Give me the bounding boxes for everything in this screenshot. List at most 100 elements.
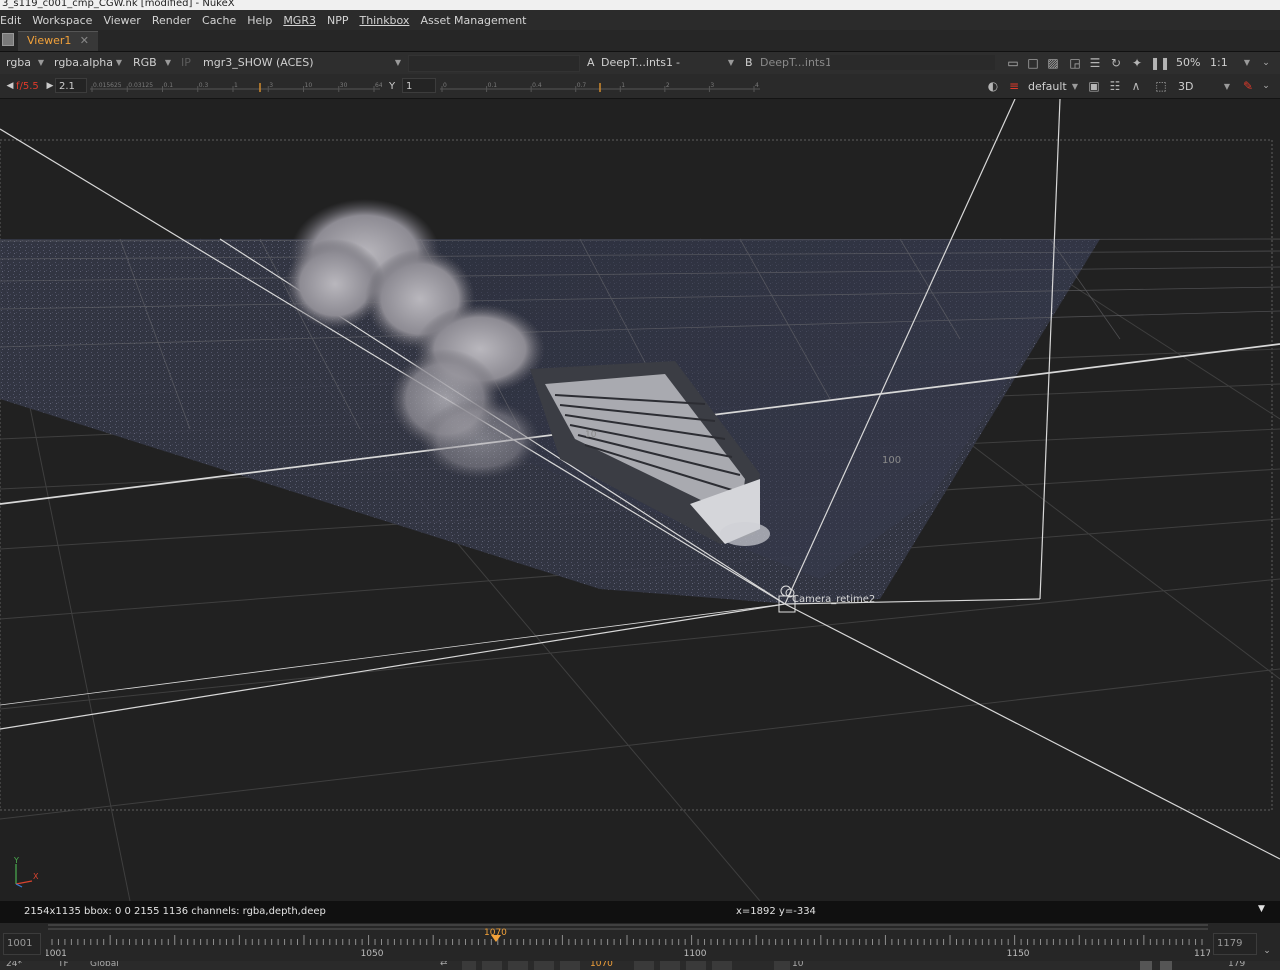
chevron-down-icon: ▼ — [115, 58, 122, 67]
soft-selection-icon[interactable]: ≡ — [1006, 78, 1022, 94]
ratio-value: 1:1 — [1210, 56, 1228, 69]
timeline-expand-icon[interactable]: ⌄ — [1259, 943, 1275, 959]
channels-value: rgba — [6, 56, 32, 69]
camera-icon[interactable]: ▣ — [1086, 78, 1102, 94]
range-dropdown[interactable]: Global — [90, 961, 119, 969]
prev-increment-button[interactable] — [508, 961, 528, 970]
wipe-operation-dropdown[interactable]: - ▼ — [676, 54, 736, 71]
loop-mode-icon[interactable] — [1140, 961, 1152, 970]
menu-help[interactable]: Help — [247, 14, 272, 27]
curve-icon[interactable]: ∧ — [1128, 78, 1144, 94]
overscan-icon[interactable]: □ — [1025, 55, 1041, 71]
view-preset-dropdown[interactable]: default ▼ — [1028, 78, 1080, 95]
lighting-icon[interactable]: ☷ — [1107, 78, 1123, 94]
grid-label-10: 10 — [585, 430, 597, 440]
menu-render[interactable]: Render — [152, 14, 191, 27]
tab-viewer1[interactable]: Viewer1 ✕ — [18, 31, 98, 51]
slider-tick-label: 0.7 — [577, 82, 587, 89]
next-increment-button[interactable] — [686, 961, 706, 970]
tab-viewer1-label: Viewer1 — [27, 34, 72, 47]
slider-tick-label: 30 — [340, 82, 348, 89]
transport-menu-icon[interactable]: ⇄ — [440, 961, 448, 968]
increment-down-button[interactable] — [774, 961, 790, 970]
alpha-channel-value: rgba.alpha — [54, 56, 114, 69]
menu-viewer[interactable]: Viewer — [103, 14, 140, 27]
viewer-3d-viewport[interactable]: Camera_retime2 10 100 Y X — [0, 99, 1280, 901]
menu-thinkbox[interactable]: Thinkbox — [359, 14, 409, 27]
checker-icon[interactable]: ▨ — [1045, 55, 1061, 71]
viewer-lut-dropdown[interactable]: mgr3_SHOW (ACES) ▼ — [203, 54, 403, 71]
fstop-value[interactable]: f/5.5 — [16, 78, 39, 95]
timeline-start-field[interactable]: 1001 — [3, 933, 41, 955]
pane-menu-icon[interactable] — [2, 33, 14, 46]
last-frame-button[interactable] — [712, 961, 732, 970]
grid-label-100: 100 — [882, 455, 901, 466]
slider-tick-label: 3 — [710, 82, 714, 89]
timeline-frame-label: 1050 — [361, 949, 384, 959]
chevron-down-icon: ▼ — [394, 58, 401, 67]
toolbar-expand-icon[interactable]: ⌄ — [1258, 78, 1274, 94]
input-a-dropdown[interactable]: DeepT...ints1 — [601, 54, 673, 71]
gain-slider[interactable]: 0.015625 0.03125 0.1 0.3 1 3 10 30 64 — [90, 80, 382, 94]
pin-icon[interactable]: ✎ — [1240, 78, 1256, 94]
fps-field[interactable]: 24* — [6, 961, 22, 969]
view-mode-value: 3D — [1178, 80, 1194, 93]
gamma-slider[interactable]: 0 0.1 0.4 0.7 1 2 3 4 — [440, 80, 762, 94]
menu-npp[interactable]: NPP — [327, 14, 349, 27]
slider-tick-label: 10 — [305, 82, 313, 89]
menu-mgr3[interactable]: MGR3 — [283, 14, 316, 27]
channels-dropdown[interactable]: rgba ▼ — [6, 54, 46, 71]
refresh-icon[interactable]: ↻ — [1108, 55, 1124, 71]
axis-gizmo: Y X — [13, 856, 39, 888]
gain-field[interactable]: 2.1 — [55, 78, 87, 93]
play-forward-button[interactable] — [660, 961, 680, 970]
roi-icon[interactable]: ▭ — [1005, 55, 1021, 71]
menu-edit[interactable]: Edit — [0, 14, 21, 27]
cursor-coords: x=1892 y=-334 — [736, 906, 816, 917]
gamma-field[interactable]: 1 — [402, 78, 436, 93]
clipping-warning-icon[interactable]: ◐ — [985, 78, 1001, 94]
menu-asset-management[interactable]: Asset Management — [420, 14, 526, 27]
pause-icon[interactable]: ❚❚ — [1150, 55, 1170, 71]
downrez-icon[interactable]: ☰ — [1087, 55, 1103, 71]
axis-x-label: X — [33, 872, 39, 881]
zoom-dropdown[interactable]: 50% — [1176, 54, 1206, 71]
timeline-frame-label: 1150 — [1007, 949, 1030, 959]
toolbar-expand-icon[interactable]: ⌄ — [1258, 55, 1274, 71]
gpu-icon[interactable]: ✦ — [1129, 55, 1145, 71]
wipe-operation-value: - — [676, 56, 680, 69]
view-mode-dropdown[interactable]: 3D ▼ — [1178, 78, 1232, 95]
prev-frame-button[interactable] — [560, 961, 580, 970]
current-frame-label: 1070 — [484, 928, 507, 938]
play-backward-button[interactable] — [534, 961, 554, 970]
menu-workspace[interactable]: Workspace — [32, 14, 92, 27]
proxy-icon[interactable]: ◲ — [1067, 55, 1083, 71]
current-frame-field[interactable]: 1070 — [590, 961, 613, 969]
display-channels-dropdown[interactable]: RGB ▼ — [133, 54, 173, 71]
input-process-toggle[interactable]: IP — [181, 54, 195, 71]
chevron-down-icon: ▼ — [164, 58, 171, 67]
tab-close-icon[interactable]: ✕ — [80, 32, 89, 50]
slider-tick-label: 0.4 — [532, 82, 542, 89]
ratio-dropdown[interactable]: 1:1 ▼ — [1210, 54, 1252, 71]
window-title: 3_s119_c001_cmp_CGW.nk [modified] - Nuke… — [0, 0, 1280, 10]
end-frame-field[interactable]: 179 — [1228, 961, 1245, 969]
prev-keyframe-button[interactable] — [482, 961, 502, 970]
first-frame-button[interactable] — [462, 961, 476, 970]
alpha-channel-dropdown[interactable]: rgba.alpha ▼ — [54, 54, 124, 71]
chevron-down-icon: ▼ — [37, 58, 44, 67]
menu-cache[interactable]: Cache — [202, 14, 236, 27]
slider-tick-label: 1 — [621, 82, 625, 89]
selection-mode-icon[interactable]: ⬚ — [1153, 78, 1169, 94]
timeline-tf-toggle[interactable]: TF — [58, 961, 69, 969]
next-frame-button[interactable] — [634, 961, 654, 970]
timeline-ruler[interactable]: 1070 1001 1050 1100 1150 1179 — [46, 923, 1210, 961]
lock-icon[interactable] — [1160, 961, 1172, 970]
increment-field[interactable]: 10 — [792, 961, 803, 969]
input-b-dropdown[interactable]: DeepT...ints1 — [760, 54, 832, 71]
slider-tick-label: 1 — [234, 82, 238, 89]
timeline-end-field[interactable]: 1179 — [1213, 933, 1257, 955]
info-expand-icon[interactable]: ▼ — [1258, 904, 1265, 914]
gamma-label: Y — [389, 81, 396, 92]
slider-tick-label: 4 — [755, 82, 759, 89]
